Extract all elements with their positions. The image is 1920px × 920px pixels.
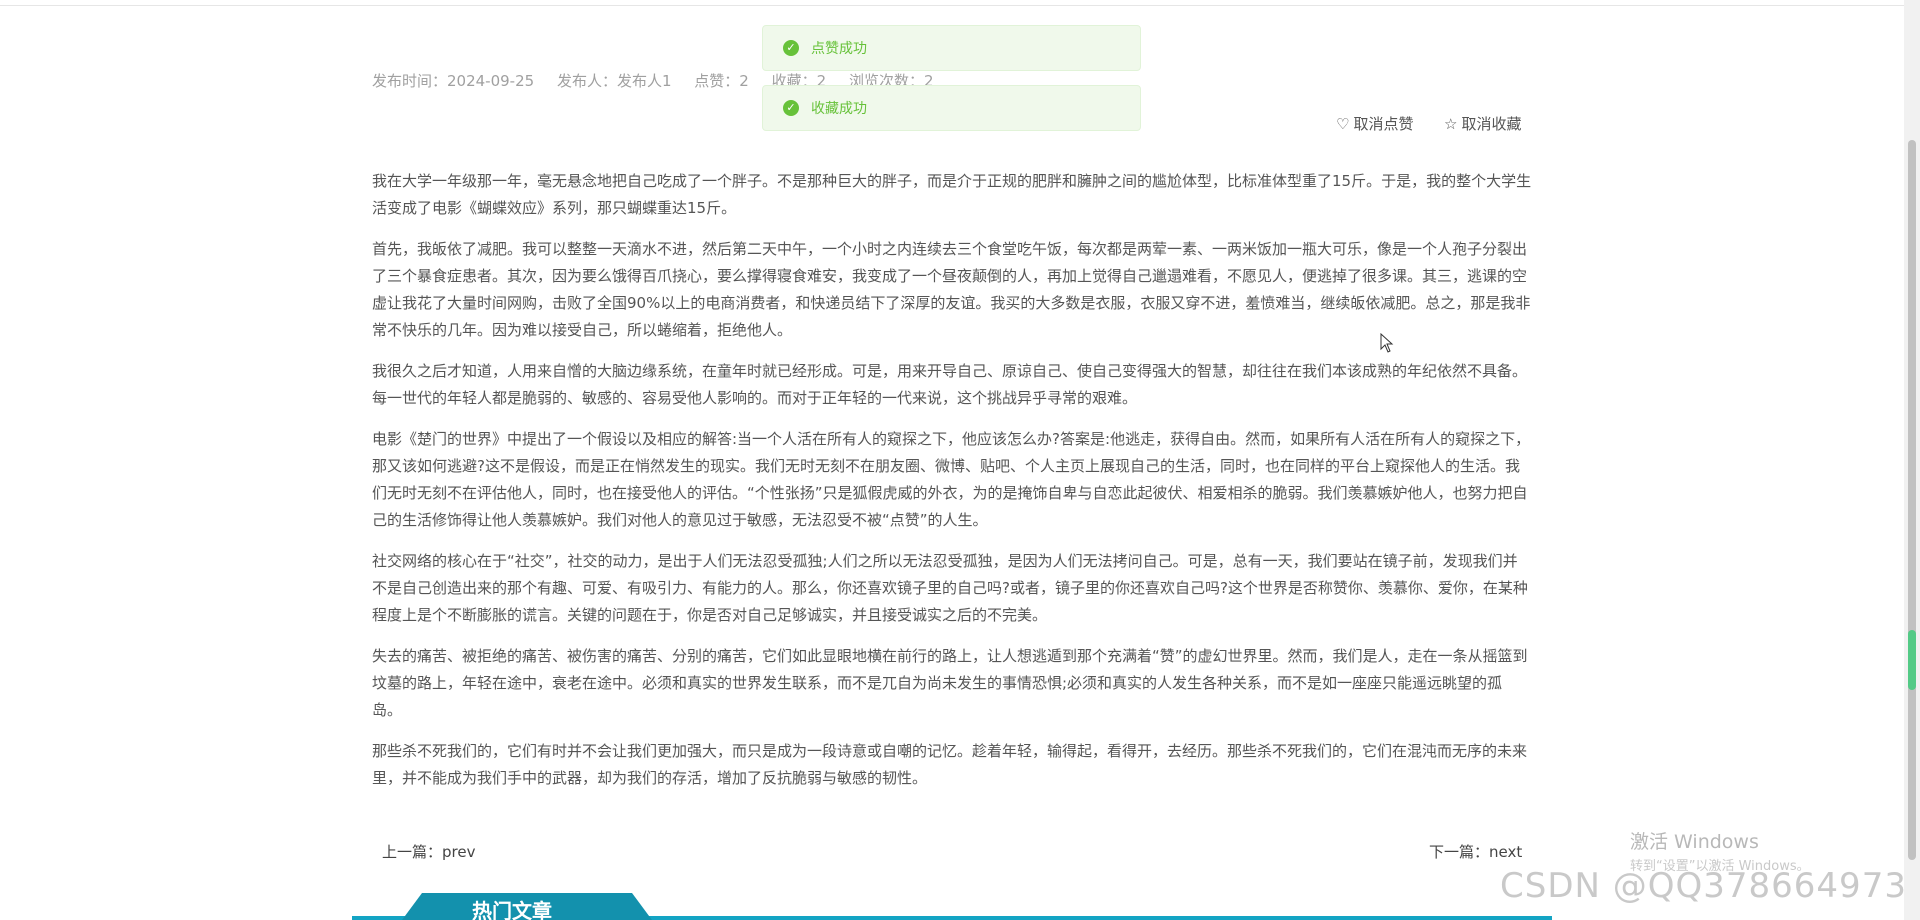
article-paragraph: 我很久之后才知道，人用来自憎的大脑边缘系统，在童年时就已经形成。可是，用来开导自… (372, 362, 1528, 407)
mouse-cursor-icon (1380, 333, 1394, 353)
article-paragraph: 失去的痛苦、被拒绝的痛苦、被伤害的痛苦、分别的痛苦，它们如此显眼地横在前行的路上… (372, 647, 1528, 719)
scrollbar-thumb[interactable] (1908, 140, 1916, 860)
hot-articles-tab[interactable]: 热门文章 (402, 893, 652, 920)
publish-time: 发布时间：2024-09-25 (372, 72, 535, 90)
article-paragraph: 首先，我皈依了减肥。我可以整整一天滴水不进，然后第二天中午，一个小时之内连续去三… (372, 240, 1531, 339)
toast-message: 收藏成功 (811, 101, 867, 117)
scroll-indicator (1908, 630, 1916, 690)
next-article-link[interactable]: 下一篇：next (1429, 841, 1522, 862)
star-outline-icon: ☆ (1444, 114, 1458, 133)
article-paragraph: 社交网络的核心在于“社交”，社交的动力，是出于人们无法忍受孤独;人们之所以无法忍… (372, 552, 1528, 624)
article-body: 我在大学一年级那一年，毫无悬念地把自己吃成了一个胖子。不是那种巨大的胖子，而是介… (372, 168, 1532, 806)
like-count: 点赞：2 (694, 72, 749, 90)
windows-activation-title: 激活 Windows (1630, 831, 1759, 853)
unfavorite-label: 取消收藏 (1461, 115, 1522, 133)
favorite-success-toast: ✓ 收藏成功 (762, 85, 1141, 131)
unlike-button[interactable]: ♡ 取消点赞 (1336, 113, 1413, 134)
unlike-label: 取消点赞 (1353, 115, 1414, 133)
prev-article-link[interactable]: 上一篇：prev (382, 841, 475, 862)
article-paragraph: 我在大学一年级那一年，毫无悬念地把自己吃成了一个胖子。不是那种巨大的胖子，而是介… (372, 172, 1532, 217)
article-paragraph: 那些杀不死我们的，它们有时并不会让我们更加强大，而只是成为一段诗意或自嘲的记忆。… (372, 742, 1528, 787)
toast-message: 点赞成功 (811, 41, 867, 57)
publisher: 发布人：发布人1 (556, 72, 672, 90)
csdn-watermark: CSDN @QQ3786649731 (1500, 866, 1920, 906)
like-success-toast: ✓ 点赞成功 (762, 25, 1141, 71)
check-circle-icon: ✓ (783, 100, 799, 116)
top-divider (0, 0, 1904, 6)
check-circle-icon: ✓ (783, 40, 799, 56)
unfavorite-button[interactable]: ☆ 取消收藏 (1444, 113, 1521, 134)
article-paragraph: 电影《楚门的世界》中提出了一个假设以及相应的解答:当一个人活在所有人的窥探之下，… (372, 430, 1531, 529)
heart-outline-icon: ♡ (1336, 114, 1350, 133)
